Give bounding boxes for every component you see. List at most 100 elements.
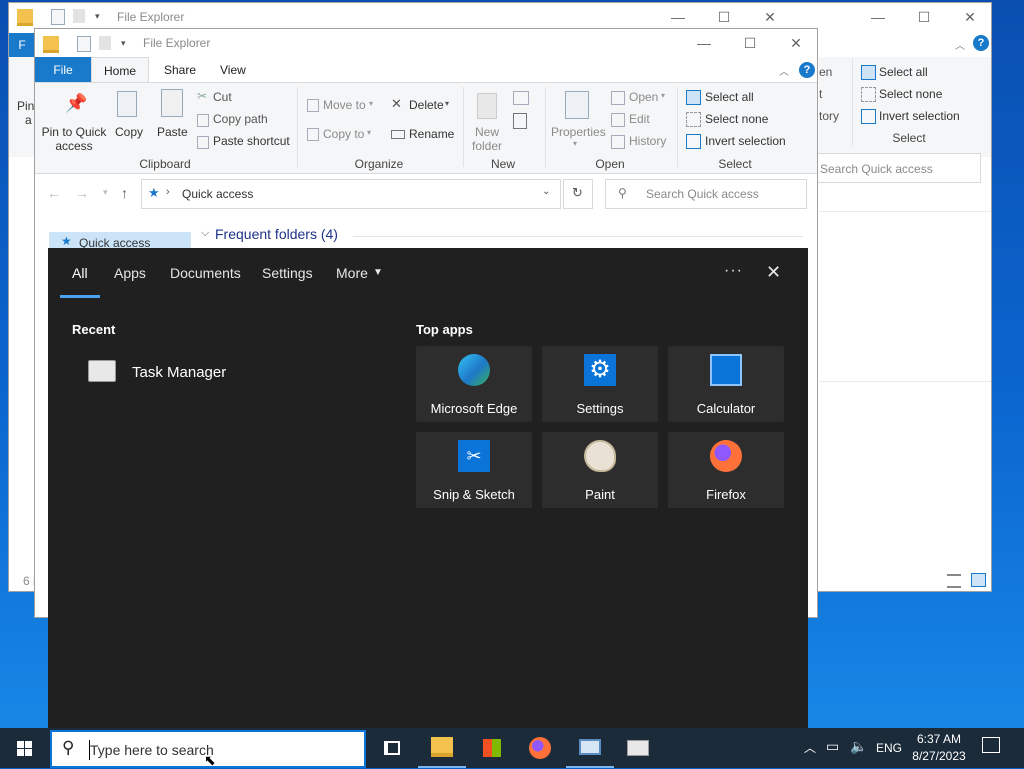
volume-icon[interactable]: 🔈 bbox=[850, 738, 867, 755]
copy-path-button[interactable]: Copy path bbox=[213, 112, 268, 126]
task-manager-taskbar-button[interactable] bbox=[614, 728, 662, 768]
pin-to-quick-access-button[interactable]: Pin to Quick access bbox=[41, 125, 107, 153]
select-all-button[interactable]: Select all bbox=[879, 65, 928, 79]
tab-all[interactable]: All bbox=[72, 265, 88, 281]
new-item-icon[interactable] bbox=[513, 91, 529, 105]
chevron-down-icon[interactable]: ▾ bbox=[445, 99, 449, 108]
tab-share[interactable]: Share bbox=[153, 57, 207, 83]
edit-button[interactable]: Edit bbox=[629, 112, 650, 126]
chevron-down-icon[interactable]: ▾ bbox=[95, 11, 100, 22]
close-icon[interactable]: ✕ bbox=[766, 262, 781, 283]
app-tile-microsoft-edge[interactable]: Microsoft Edge bbox=[416, 346, 532, 422]
new-folder-icon[interactable] bbox=[99, 36, 111, 50]
select-none-button[interactable]: Select none bbox=[879, 87, 942, 101]
app-tile-calculator[interactable]: Calculator bbox=[668, 346, 784, 422]
notifications-icon[interactable] bbox=[982, 737, 1000, 753]
app-tile-paint[interactable]: Paint bbox=[542, 432, 658, 508]
help-icon[interactable]: ? bbox=[973, 35, 989, 51]
history-button[interactable]: History bbox=[629, 134, 666, 148]
tab-home[interactable]: Home bbox=[91, 57, 149, 83]
properties-icon[interactable] bbox=[77, 36, 91, 52]
maximize-button[interactable]: ☐ bbox=[701, 3, 747, 31]
new-folder-button[interactable]: New folder bbox=[471, 125, 503, 153]
tab-documents[interactable]: Documents bbox=[170, 265, 241, 281]
new-folder-icon[interactable] bbox=[73, 9, 85, 23]
chevron-up-icon[interactable]: ︿ bbox=[955, 37, 965, 52]
chevron-down-icon[interactable]: ▾ bbox=[661, 91, 665, 100]
address-bar[interactable]: ★ › Quick access ⌄ bbox=[141, 179, 561, 209]
rename-button[interactable]: Rename bbox=[409, 127, 454, 141]
title-bar[interactable]: ▾ File Explorer — ☐ ✕ bbox=[35, 29, 817, 57]
paste-shortcut-button[interactable]: Paste shortcut bbox=[213, 134, 290, 148]
invert-selection-button[interactable]: Invert selection bbox=[705, 134, 786, 148]
app-tile-firefox[interactable]: Firefox bbox=[668, 432, 784, 508]
chevron-down-icon[interactable]: ⌵ bbox=[201, 227, 209, 240]
copy-to-button[interactable]: Copy to bbox=[323, 127, 364, 141]
large-icons-view-icon[interactable] bbox=[971, 573, 986, 587]
search-box[interactable]: ⚲ Search Quick access bbox=[605, 179, 807, 209]
maximize-button-right[interactable]: ☐ bbox=[901, 3, 947, 31]
tab-view[interactable]: View bbox=[209, 57, 257, 83]
language-indicator[interactable]: ENG bbox=[876, 741, 902, 755]
paste-button[interactable]: Paste bbox=[157, 125, 188, 139]
clock-date[interactable]: 8/27/2023 bbox=[910, 749, 968, 763]
chevron-down-icon[interactable]: ▼ bbox=[373, 267, 383, 278]
tab-apps[interactable]: Apps bbox=[114, 265, 146, 281]
chevron-down-icon[interactable]: ▾ bbox=[121, 38, 126, 49]
back-arrow-icon[interactable]: ← bbox=[47, 185, 61, 201]
forward-arrow-icon[interactable]: → bbox=[75, 185, 89, 201]
open-button[interactable]: Open bbox=[629, 90, 658, 104]
delete-icon: ✕ bbox=[391, 96, 402, 111]
tab-settings[interactable]: Settings bbox=[262, 265, 313, 281]
easy-access-icon[interactable] bbox=[513, 113, 527, 129]
minimize-button-right[interactable]: — bbox=[855, 3, 901, 31]
select-none-button[interactable]: Select none bbox=[705, 112, 768, 126]
close-button[interactable]: ✕ bbox=[773, 29, 817, 57]
network-icon[interactable]: ▭ bbox=[826, 738, 839, 755]
tab-more[interactable]: More bbox=[336, 265, 368, 281]
open-group-label: Open bbox=[595, 157, 625, 171]
chevron-down-icon[interactable]: ▾ bbox=[369, 99, 373, 108]
cut-button[interactable]: Cut bbox=[213, 90, 232, 104]
app-tile-snip-sketch[interactable]: ✂ Snip & Sketch bbox=[416, 432, 532, 508]
maximize-button[interactable]: ☐ bbox=[727, 29, 773, 57]
invert-selection-button[interactable]: Invert selection bbox=[879, 109, 960, 123]
help-icon[interactable]: ? bbox=[799, 62, 815, 78]
clock-time[interactable]: 6:37 AM bbox=[916, 732, 962, 746]
remote-desktop-taskbar-button[interactable] bbox=[566, 728, 614, 768]
recent-locations-icon[interactable]: ▾ bbox=[103, 187, 108, 198]
title-bar[interactable]: ▾ File Explorer — ☐ ✕ — ☐ ✕ bbox=[9, 3, 991, 31]
more-options-icon[interactable]: ··· bbox=[724, 262, 743, 280]
frequent-folders-header[interactable]: Frequent folders (4) bbox=[215, 226, 338, 242]
up-arrow-icon[interactable]: ↑ bbox=[121, 185, 128, 201]
microsoft-store-button[interactable] bbox=[468, 728, 516, 768]
delete-button[interactable]: Delete bbox=[409, 98, 444, 112]
chevron-down-icon[interactable]: ▾ bbox=[573, 139, 577, 148]
copy-button[interactable]: Copy bbox=[115, 125, 143, 139]
tab-file[interactable]: File bbox=[35, 57, 91, 83]
chevron-down-icon[interactable]: ▾ bbox=[367, 128, 371, 137]
taskbar: ⚲ Type here to search ⬉ ︿ ▭ 🔈 ENG 6:37 A… bbox=[0, 728, 1024, 768]
chevron-down-icon[interactable]: ⌄ bbox=[542, 186, 550, 197]
select-all-button[interactable]: Select all bbox=[705, 90, 754, 104]
close-button-right[interactable]: ✕ bbox=[947, 3, 991, 31]
chevron-up-icon[interactable]: ︿ bbox=[779, 63, 789, 78]
minimize-button[interactable]: — bbox=[681, 29, 727, 57]
move-to-button[interactable]: Move to bbox=[323, 98, 366, 112]
properties-button[interactable]: Properties bbox=[551, 125, 606, 139]
file-explorer-taskbar-button[interactable] bbox=[418, 728, 466, 768]
taskbar-search-box[interactable]: ⚲ Type here to search ⬉ bbox=[50, 730, 366, 768]
show-hidden-icons-icon[interactable]: ︿ bbox=[804, 739, 816, 756]
firefox-taskbar-button[interactable] bbox=[516, 728, 564, 768]
details-view-icon[interactable] bbox=[947, 574, 961, 588]
app-tile-settings[interactable]: ⚙ Settings bbox=[542, 346, 658, 422]
task-view-button[interactable] bbox=[368, 728, 416, 768]
refresh-button[interactable]: ↻ bbox=[563, 179, 593, 209]
file-tab[interactable]: F bbox=[9, 33, 35, 57]
recent-item[interactable]: Task Manager bbox=[84, 356, 384, 388]
start-button[interactable] bbox=[0, 728, 48, 768]
search-box-back[interactable]: Search Quick access bbox=[815, 153, 981, 183]
close-button[interactable]: ✕ bbox=[747, 3, 793, 31]
minimize-button[interactable]: — bbox=[655, 3, 701, 31]
properties-icon[interactable] bbox=[51, 9, 65, 25]
